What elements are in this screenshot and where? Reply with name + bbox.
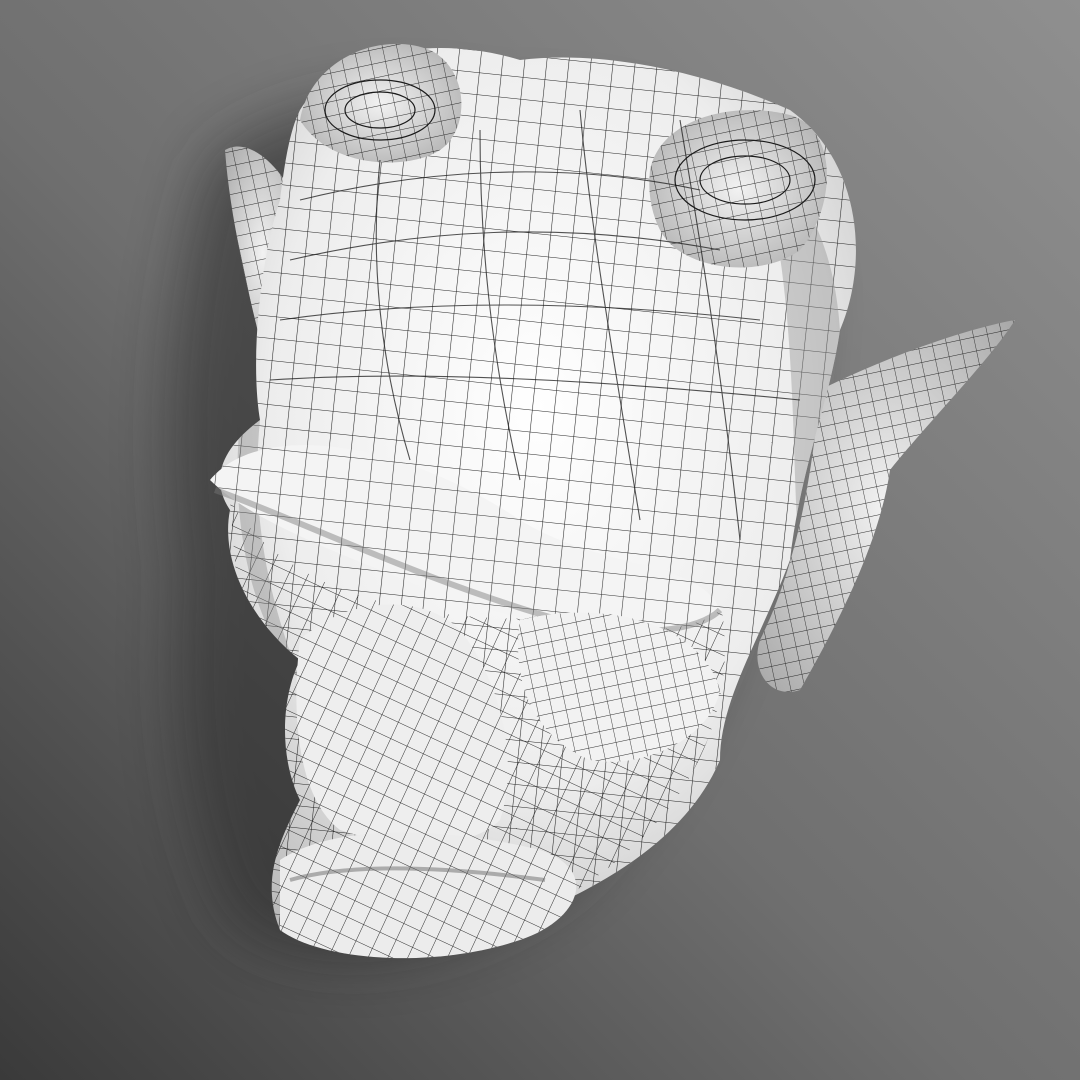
demon-head-wireframe-render [0,0,1080,1080]
render-viewport [0,0,1080,1080]
right-horn [649,110,827,268]
